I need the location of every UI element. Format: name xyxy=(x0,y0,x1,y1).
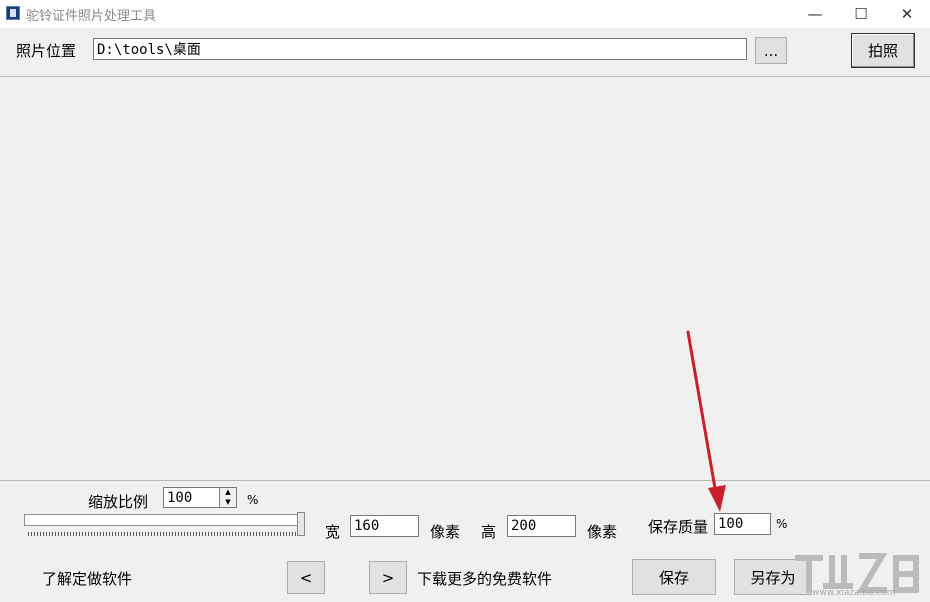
height-input[interactable] xyxy=(507,515,576,537)
height-label: 高 xyxy=(481,523,497,541)
spin-up-icon[interactable]: ▲ xyxy=(220,488,236,497)
zoom-unit: % xyxy=(247,493,259,507)
zoom-slider-ticks xyxy=(28,532,298,536)
watermark-site-text: www.xiazaiba.com xyxy=(812,588,896,598)
zoom-slider-track[interactable] xyxy=(24,514,304,526)
minimize-icon[interactable]: — xyxy=(792,0,838,28)
width-label: 宽 xyxy=(325,523,341,541)
title-bar: 驼铃证件照片处理工具 — ☐ ✕ xyxy=(0,0,930,28)
capture-photo-button[interactable]: 拍照 xyxy=(851,33,915,68)
browse-button[interactable]: ... xyxy=(755,37,787,64)
photo-preview-area[interactable] xyxy=(0,76,930,481)
save-button[interactable]: 保存 xyxy=(632,559,716,595)
photo-location-input[interactable] xyxy=(93,38,747,60)
width-input[interactable] xyxy=(350,515,419,537)
close-icon[interactable]: ✕ xyxy=(884,0,930,28)
download-more-software-link[interactable]: 下载更多的免费软件 xyxy=(417,568,552,589)
save-quality-label: 保存质量 xyxy=(648,518,709,536)
previous-button[interactable]: < xyxy=(287,561,325,594)
window-title: 驼铃证件照片处理工具 xyxy=(26,9,157,24)
save-quality-input[interactable] xyxy=(714,513,771,535)
zoom-label: 缩放比例 xyxy=(88,493,149,511)
learn-custom-software-link[interactable]: 了解定做软件 xyxy=(42,568,132,589)
app-icon xyxy=(6,6,20,20)
zoom-input[interactable] xyxy=(163,487,220,508)
spin-down-icon[interactable]: ▼ xyxy=(220,498,236,507)
save-quality-unit: % xyxy=(776,517,788,531)
photo-location-label: 照片位置 xyxy=(16,42,77,60)
zoom-stepper[interactable]: ▲ ▼ xyxy=(219,487,237,508)
next-button[interactable]: > xyxy=(369,561,407,594)
zoom-slider-handle[interactable] xyxy=(297,512,305,536)
maximize-icon[interactable]: ☐ xyxy=(838,0,884,28)
width-unit: 像素 xyxy=(430,523,461,541)
height-unit: 像素 xyxy=(587,523,618,541)
